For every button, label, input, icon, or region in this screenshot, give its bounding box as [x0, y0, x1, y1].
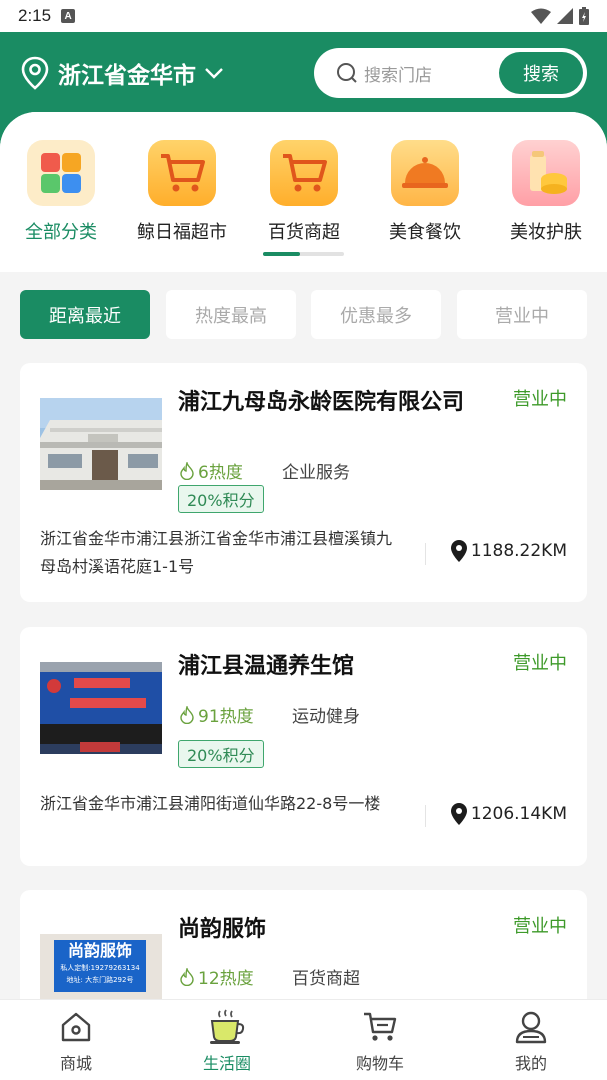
divider [425, 543, 426, 565]
store-photo [40, 662, 162, 754]
category-beauty[interactable]: 美妆护肤 [496, 140, 596, 244]
category-all[interactable]: 全部分类 [11, 140, 111, 244]
store-category: 运动健身 [292, 707, 360, 727]
store-status: 营业中 [513, 653, 567, 674]
tab-label: 商城 [59, 1054, 92, 1073]
search-icon [337, 63, 357, 83]
store-distance: 1188.22KM [450, 540, 567, 562]
location-pin-icon [21, 56, 49, 90]
store-address: 浙江省金华市浦江县浙江省金华市浦江县檀溪镇九母岛村溪语花庭1-1号 [40, 529, 393, 576]
grid-icon [27, 140, 95, 206]
filter-bar: 距离最近 热度最高 优惠最多 营业中 [20, 290, 587, 340]
category-label: 美妆护肤 [510, 222, 582, 243]
store-card[interactable]: 尚韵服饰 私人定制:19279263134 地址: 大东门路292号 尚韵服饰 … [20, 890, 587, 1010]
store-heat-value: 6热度 [198, 463, 243, 483]
tab-mall[interactable]: 商城 [26, 1008, 126, 1074]
user-icon [515, 1011, 547, 1044]
store-heat: 12热度 [178, 964, 254, 989]
store-card[interactable]: 浦江九母岛永龄医院有限公司 营业中 6热度 企业服务 20%积分 浙江省金华市浦… [20, 363, 587, 602]
current-city: 浙江省金华市 [58, 63, 196, 89]
location-pin-icon [450, 540, 467, 562]
divider [425, 805, 426, 827]
store-sign: 尚韵服饰 私人定制:19279263134 地址: 大东门路292号 [40, 934, 162, 1000]
cart-icon [148, 140, 216, 206]
flame-icon [180, 461, 194, 480]
store-heat-value: 12热度 [198, 969, 254, 989]
cosmetics-icon [512, 140, 580, 206]
flame-icon [180, 967, 194, 986]
store-status: 营业中 [513, 389, 567, 410]
search-button[interactable]: 搜索 [499, 52, 583, 94]
points-badge: 20%积分 [178, 740, 264, 768]
category-jingrifu[interactable]: 鲸日福超市 [132, 140, 232, 244]
store-name: 浦江县温通养生馆 [178, 654, 355, 679]
wifi-icon [531, 8, 551, 24]
filter-open[interactable]: 营业中 [457, 290, 587, 339]
store-distance-value: 1188.22KM [470, 541, 567, 561]
points-badge: 20%积分 [178, 485, 264, 513]
category-department-store[interactable]: 百货商超 [254, 140, 354, 244]
store-status: 营业中 [513, 916, 567, 937]
filter-popular[interactable]: 热度最高 [166, 290, 296, 339]
search-input[interactable]: 搜索门店 [364, 61, 432, 86]
sign-line-1: 私人定制:19279263134 [60, 964, 140, 972]
location-selector[interactable]: 浙江省金华市 [20, 56, 224, 90]
store-name: 尚韵服饰 [178, 917, 267, 942]
notification-badge: A [61, 9, 76, 23]
location-pin-icon [450, 803, 467, 825]
store-name: 浦江九母岛永龄医院有限公司 [178, 390, 465, 415]
store-photo: 尚韵服饰 私人定制:19279263134 地址: 大东门路292号 [40, 934, 162, 1000]
bottom-tab-bar: 商城 生活圈 购物车 我的 [0, 999, 607, 1080]
search-bar[interactable]: 搜索门店 搜索 [314, 48, 587, 98]
scroll-thumb [263, 252, 300, 256]
signal-icon [557, 8, 573, 24]
food-cloche-icon [391, 140, 459, 206]
category-scroll-indicator [263, 252, 344, 256]
store-category: 企业服务 [282, 463, 350, 483]
cart-icon [270, 140, 338, 206]
tab-life-circle[interactable]: 生活圈 [177, 1008, 277, 1074]
category-label: 美食餐饮 [389, 222, 461, 243]
status-bar: 2:15 A [0, 0, 607, 32]
home-icon [61, 1012, 91, 1042]
store-heat: 6热度 [178, 458, 243, 483]
store-heat: 91热度 [178, 702, 254, 727]
filter-discount[interactable]: 优惠最多 [311, 290, 441, 339]
tab-label: 我的 [514, 1054, 547, 1073]
store-address: 浙江省金华市浦江县浦阳街道仙华路22-8号一楼 [40, 794, 381, 813]
category-panel: 全部分类 鲸日福超市 百货商超 美食餐饮 美妆护肤 [0, 112, 607, 272]
battery-icon [579, 7, 589, 25]
cart-icon [364, 1012, 397, 1041]
status-icons [531, 7, 589, 25]
chevron-down-icon [205, 68, 223, 79]
status-time: 2:15 [18, 6, 52, 25]
store-distance: 1206.14KM [450, 803, 567, 825]
store-heat-value: 91热度 [198, 707, 254, 727]
category-label: 全部分类 [25, 222, 97, 243]
store-distance-value: 1206.14KM [470, 804, 567, 824]
category-label: 鲸日福超市 [137, 222, 227, 243]
category-label: 百货商超 [268, 222, 340, 243]
sign-line-2: 地址: 大东门路292号 [66, 976, 134, 984]
flame-icon [180, 705, 194, 724]
tab-label: 购物车 [355, 1054, 404, 1073]
store-photo [40, 398, 162, 490]
tab-me[interactable]: 我的 [481, 1008, 581, 1074]
category-list: 全部分类 鲸日福超市 百货商超 美食餐饮 美妆护肤 [0, 140, 607, 250]
filter-nearest[interactable]: 距离最近 [20, 290, 150, 339]
coffee-cup-icon [210, 1009, 245, 1044]
sign-board: 尚韵服饰 私人定制:19279263134 地址: 大东门路292号 [54, 940, 146, 992]
sign-title: 尚韵服饰 [67, 941, 132, 960]
store-category: 百货商超 [292, 969, 360, 989]
category-food[interactable]: 美食餐饮 [375, 140, 475, 244]
store-card[interactable]: 浦江县温通养生馆 营业中 91热度 运动健身 20%积分 浙江省金华市浦江县浦阳… [20, 627, 587, 866]
tab-label: 生活圈 [202, 1054, 251, 1073]
tab-cart[interactable]: 购物车 [330, 1008, 430, 1074]
